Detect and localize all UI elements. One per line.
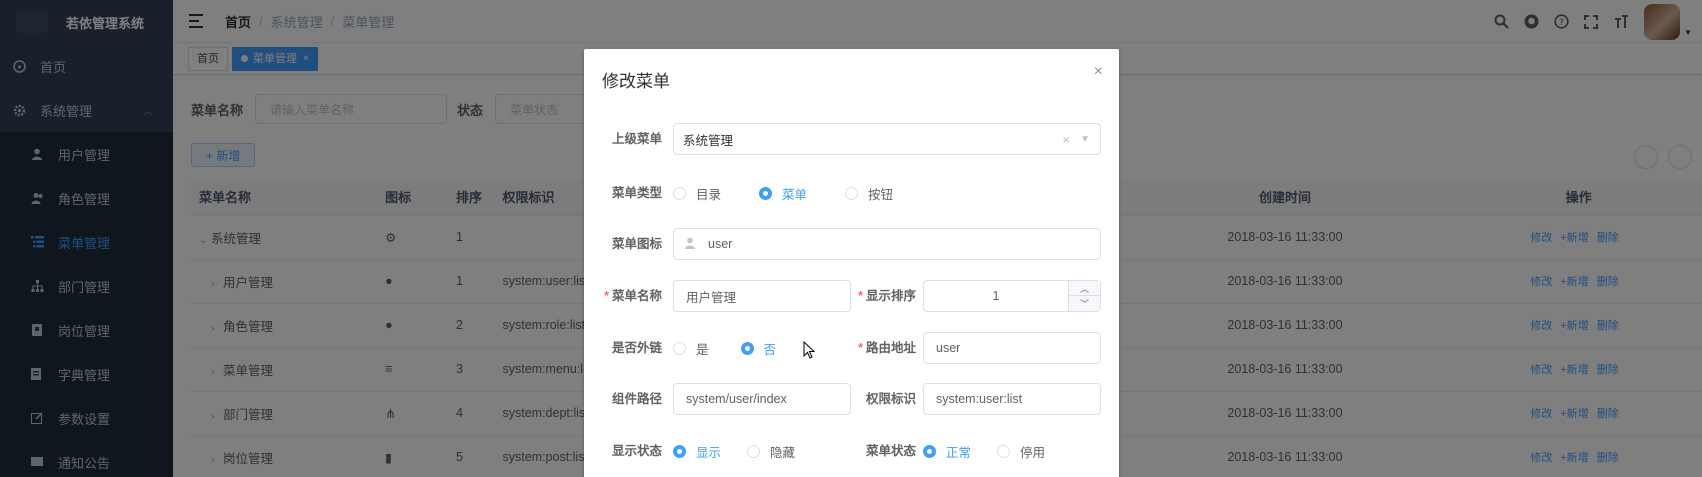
- order-value: 1: [992, 289, 1000, 303]
- radio-circle: [845, 186, 859, 200]
- edit-menu-dialog: 修改菜单 × 上级菜单 系统管理 × ▼ 菜单类型 目录 菜单 按钮 菜单图标 …: [584, 49, 1119, 477]
- perm-input[interactable]: system:user:list: [923, 383, 1101, 415]
- radio-label: 隐藏: [770, 445, 796, 460]
- required-mark: *: [604, 289, 609, 303]
- parent-menu-select[interactable]: 系统管理 × ▼: [673, 123, 1101, 155]
- radio-visible-show[interactable]: 显示: [673, 442, 721, 461]
- radio-circle: [997, 444, 1011, 458]
- decrease-icon[interactable]: ﹀: [1069, 296, 1100, 311]
- radio-visible-hide[interactable]: 隐藏: [747, 442, 795, 461]
- icon-select-input[interactable]: user: [673, 228, 1101, 260]
- type-radio-group: 目录 菜单 按钮: [673, 177, 913, 209]
- radio-external-no[interactable]: 否: [740, 339, 777, 358]
- path-label-text: 路由地址: [865, 341, 916, 355]
- stepper-arrows: ︿ ﹀: [1068, 281, 1100, 311]
- form-row-type: 菜单类型 目录 菜单 按钮: [584, 177, 1119, 209]
- close-icon[interactable]: ×: [1094, 63, 1103, 81]
- radio-label: 按钮: [868, 187, 894, 202]
- visible-label: 显示状态: [611, 444, 662, 458]
- component-path-input[interactable]: system/user/index: [673, 383, 851, 415]
- menu-name-input[interactable]: 用户管理: [673, 280, 851, 312]
- radio-circle: [673, 186, 686, 200]
- radio-label: 菜单: [782, 187, 808, 202]
- icon-value: user: [708, 237, 733, 251]
- status-label: 菜单状态: [865, 444, 916, 458]
- order-stepper[interactable]: 1 ︿ ﹀: [923, 280, 1101, 312]
- radio-circle: [673, 341, 686, 355]
- visible-radio-group: 显示 隐藏: [673, 435, 815, 467]
- route-path-input[interactable]: user: [923, 332, 1101, 364]
- mouse-cursor-icon: [803, 341, 815, 359]
- external-radio-group: 是 否: [673, 332, 796, 364]
- radio-label: 是: [696, 342, 709, 357]
- order-label: * 显示排序: [851, 280, 916, 312]
- increase-icon[interactable]: ︿: [1069, 281, 1100, 296]
- form-row-external-path: 是否外链 是 否 * 路由地址 user: [584, 332, 1119, 364]
- name-label-text: 菜单名称: [611, 289, 662, 303]
- form-row-name-order: * 菜单名称 用户管理 * 显示排序 1 ︿ ﹀: [584, 280, 1119, 312]
- radio-directory[interactable]: 目录: [673, 184, 721, 203]
- user-icon: [684, 237, 696, 252]
- required-mark: *: [858, 341, 863, 355]
- parent-value: 系统管理: [683, 133, 734, 148]
- radio-external-yes[interactable]: 是: [673, 339, 709, 358]
- icon-label: 菜单图标: [611, 237, 662, 251]
- radio-circle: [759, 186, 773, 200]
- required-mark: *: [858, 289, 863, 303]
- perm-label: 权限标识: [865, 392, 916, 406]
- radio-menu[interactable]: 菜单: [759, 184, 807, 203]
- form-row-component-perm: 组件路径 system/user/index 权限标识 system:user:…: [584, 383, 1119, 415]
- radio-label: 否: [763, 342, 777, 357]
- order-label-text: 显示排序: [865, 289, 916, 303]
- component-label: 组件路径: [611, 392, 662, 406]
- name-label: * 菜单名称: [584, 280, 662, 312]
- radio-label: 正常: [946, 445, 972, 460]
- radio-button[interactable]: 按钮: [845, 184, 893, 203]
- radio-label: 显示: [696, 445, 722, 460]
- path-label: * 路由地址: [851, 332, 916, 364]
- radio-circle: [740, 341, 754, 355]
- radio-circle: [673, 444, 686, 458]
- radio-status-disabled[interactable]: 停用: [997, 442, 1045, 461]
- type-label: 菜单类型: [611, 186, 662, 200]
- radio-label: 停用: [1020, 445, 1046, 460]
- form-row-icon: 菜单图标 user: [584, 228, 1119, 260]
- form-row-parent: 上级菜单 系统管理 × ▼: [584, 123, 1119, 155]
- parent-label: 上级菜单: [611, 132, 662, 146]
- status-radio-group: 正常 停用: [923, 435, 1065, 467]
- clear-icon[interactable]: ×: [1062, 132, 1070, 147]
- radio-status-normal[interactable]: 正常: [923, 442, 971, 461]
- radio-circle: [747, 444, 761, 458]
- radio-label: 目录: [696, 187, 722, 202]
- form-row-visible-status: 显示状态 显示 隐藏 菜单状态 正常 停用: [584, 435, 1119, 467]
- radio-circle: [923, 444, 936, 458]
- caret-down-icon[interactable]: ▼: [1080, 134, 1090, 145]
- dialog-title: 修改菜单: [602, 72, 670, 91]
- external-label: 是否外链: [611, 341, 662, 355]
